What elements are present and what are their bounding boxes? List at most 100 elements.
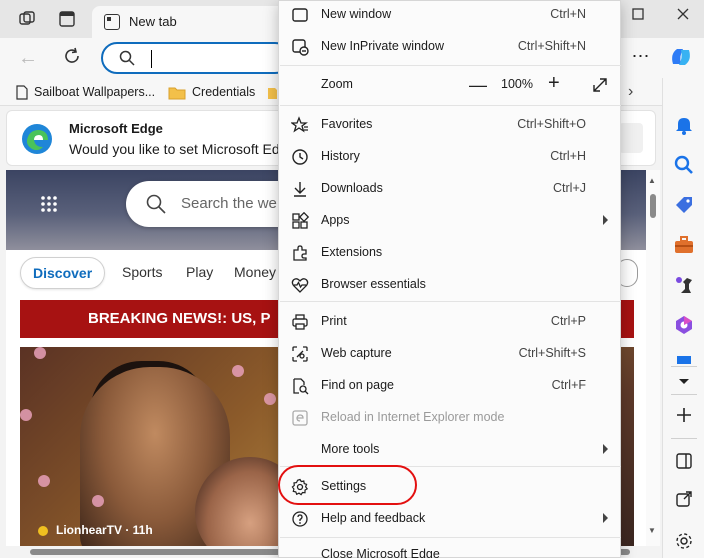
back-button[interactable]: ← xyxy=(16,46,40,70)
tab-discover[interactable]: Discover xyxy=(20,257,106,289)
copilot-icon[interactable] xyxy=(668,44,694,70)
decor-flower xyxy=(20,409,32,421)
open-external-icon[interactable] xyxy=(673,488,695,510)
menu-item-label: New window xyxy=(321,7,392,21)
menu-item-history[interactable]: History Ctrl+H xyxy=(279,141,620,173)
menu-item-shortcut: Ctrl+Shift+S xyxy=(518,346,586,360)
search-icon xyxy=(119,50,135,66)
print-icon xyxy=(292,314,308,330)
search-icon[interactable] xyxy=(673,154,695,176)
outlook-icon[interactable] xyxy=(673,354,695,364)
menu-item-downloads[interactable]: Downloads Ctrl+J xyxy=(279,173,620,205)
inprivate-icon xyxy=(292,39,309,56)
card-source-text: LionhearTV · 11h xyxy=(56,523,153,537)
decor-flower xyxy=(92,495,104,507)
favorite-sailboat[interactable]: Sailboat Wallpapers... xyxy=(16,83,155,101)
menu-divider xyxy=(280,105,621,106)
folder-icon xyxy=(168,87,186,100)
decor-flower xyxy=(34,347,46,359)
menu-item-shortcut: Ctrl+J xyxy=(553,181,586,195)
menu-item-print[interactable]: Print Ctrl+P xyxy=(279,306,620,338)
fullscreen-icon[interactable] xyxy=(591,76,609,94)
refresh-button[interactable] xyxy=(60,46,84,70)
menu-item-shortcut: Ctrl+F xyxy=(551,378,586,392)
restore-button[interactable] xyxy=(629,6,647,24)
page-icon xyxy=(16,85,28,100)
menu-item-label: Web capture xyxy=(321,346,392,360)
menu-item-favorites[interactable]: Favorites Ctrl+Shift+O xyxy=(279,109,620,141)
tab-money[interactable]: Money xyxy=(234,264,276,280)
favorite-credentials[interactable]: Credentials xyxy=(168,83,255,101)
menu-item-label: Downloads xyxy=(321,181,383,195)
tab-play[interactable]: Play xyxy=(186,264,213,280)
settings-and-more-button[interactable]: ⋯ xyxy=(628,46,654,70)
menu-item-web-capture[interactable]: Web capture Ctrl+Shift+S xyxy=(279,338,620,370)
menu-divider xyxy=(280,301,621,302)
menu-item-zoom: Zoom — 100% + xyxy=(279,69,620,101)
zoom-level: 100% xyxy=(501,77,533,91)
shopping-tag-icon[interactable] xyxy=(673,194,695,216)
scroll-down-arrow-icon[interactable]: ▼ xyxy=(648,526,656,535)
submenu-arrow-icon xyxy=(603,215,608,225)
menu-item-label: More tools xyxy=(321,442,380,456)
menu-item-shortcut: Ctrl+Shift+O xyxy=(517,117,586,131)
menu-item-label: Favorites xyxy=(321,117,373,131)
submenu-arrow-icon xyxy=(603,513,608,523)
menu-item-browser-essentials[interactable]: Browser essentials xyxy=(279,269,620,301)
menu-divider xyxy=(280,537,621,538)
menu-item-close-edge[interactable]: Close Microsoft Edge xyxy=(279,539,620,558)
plus-icon[interactable] xyxy=(673,404,695,426)
tab-sports[interactable]: Sports xyxy=(122,264,162,280)
chevron-down-icon[interactable] xyxy=(673,370,695,392)
edge-logo-icon xyxy=(22,124,52,154)
menu-item-more-tools[interactable]: More tools xyxy=(279,434,620,466)
menu-item-reload-ie-mode: Reload in Internet Explorer mode xyxy=(279,402,620,434)
search-placeholder: Search the we xyxy=(181,195,277,212)
favorites-icon xyxy=(291,116,308,133)
zoom-out-button[interactable]: — xyxy=(469,75,487,96)
close-window-button[interactable] xyxy=(674,6,692,24)
gear-icon[interactable] xyxy=(673,530,695,552)
source-logo-icon xyxy=(38,525,48,536)
submenu-arrow-icon xyxy=(603,444,608,454)
zoom-in-button[interactable]: + xyxy=(548,72,560,95)
tools-briefcase-icon[interactable] xyxy=(673,234,695,256)
edge-sidebar xyxy=(662,78,704,558)
ie-mode-icon xyxy=(292,410,308,426)
games-chess-icon[interactable] xyxy=(673,274,695,296)
menu-item-label: Apps xyxy=(321,213,350,227)
microsoft-365-icon[interactable] xyxy=(673,314,695,336)
split-screen-icon[interactable] xyxy=(673,450,695,472)
menu-item-label: Help and feedback xyxy=(321,511,426,525)
menu-item-label: History xyxy=(321,149,360,163)
address-bar[interactable] xyxy=(101,42,291,74)
tab-new-tab[interactable]: New tab xyxy=(92,6,292,38)
menu-item-shortcut: Ctrl+N xyxy=(550,7,586,21)
menu-item-apps[interactable]: Apps xyxy=(279,205,620,237)
favorites-overflow-chevron-icon[interactable]: › xyxy=(628,83,633,101)
menu-item-label: Reload in Internet Explorer mode xyxy=(321,410,505,424)
tab-title: New tab xyxy=(129,14,177,29)
workspaces-icon[interactable] xyxy=(18,10,36,28)
vertical-scrollbar[interactable]: ▲ ▼ xyxy=(646,170,660,546)
scroll-up-arrow-icon[interactable]: ▲ xyxy=(648,176,656,185)
menu-item-label: Close Microsoft Edge xyxy=(321,547,440,558)
menu-item-label: Print xyxy=(321,314,347,328)
scroll-thumb[interactable] xyxy=(650,194,656,218)
app-launcher-icon[interactable] xyxy=(40,195,58,213)
breaking-news-text: BREAKING NEWS!: US, P xyxy=(88,310,271,327)
menu-item-label: Find on page xyxy=(321,378,394,392)
decor-flower xyxy=(232,365,244,377)
bell-icon[interactable] xyxy=(673,114,695,136)
vertical-tabs-icon[interactable] xyxy=(58,10,76,28)
menu-item-help-and-feedback[interactable]: Help and feedback xyxy=(279,503,620,535)
menu-item-shortcut: Ctrl+P xyxy=(550,314,586,328)
menu-item-extensions[interactable]: Extensions xyxy=(279,237,620,269)
menu-item-find-on-page[interactable]: Find on page Ctrl+F xyxy=(279,370,620,402)
infobar-action-button[interactable] xyxy=(619,123,643,153)
menu-item-new-inprivate-window[interactable]: New InPrivate window Ctrl+Shift+N xyxy=(279,31,620,63)
decor-flower xyxy=(38,475,50,487)
menu-item-new-window[interactable]: New window Ctrl+N xyxy=(279,0,620,31)
sidebar-divider xyxy=(671,366,697,367)
folder-icon[interactable] xyxy=(268,86,278,100)
